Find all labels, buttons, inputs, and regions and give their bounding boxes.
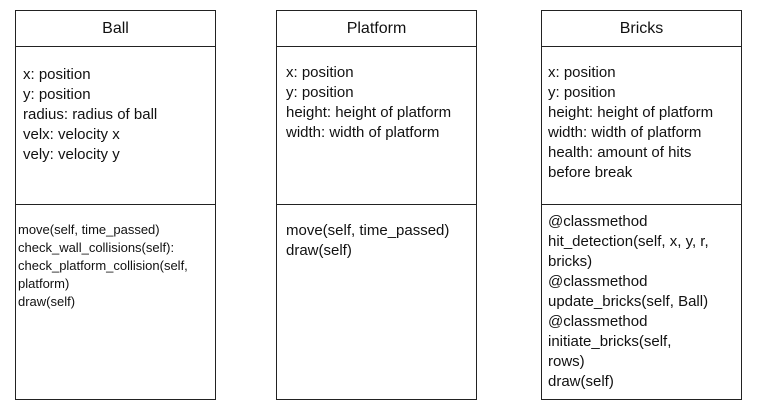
method-bricks-hit-detection: hit_detection(self, x, y, r, [548,233,709,250]
attribute-ball-velx: velx: velocity x [23,126,120,143]
method-ball-check-platform-collision: check_platform_collision(self, [18,258,188,273]
attributes-section-ball: x: position y: position radius: radius o… [16,46,215,205]
attribute-ball-vely: vely: velocity y [23,146,120,163]
attribute-ball-x: x: position [23,66,91,83]
decorator-classmethod: @classmethod [548,313,648,330]
class-box-bricks: Bricks x: position y: position height: h… [541,10,742,400]
attributes-section-bricks: x: position y: position height: height o… [542,46,741,205]
attributes-section-platform: x: position y: position height: height o… [277,46,476,205]
method-platform-draw: draw(self) [286,242,352,259]
method-ball-draw: draw(self) [18,294,76,309]
methods-section-bricks: @classmethod hit_detection(self, x, y, r… [542,205,741,399]
method-ball-move: move(self, time_passed) [18,222,160,237]
decorator-classmethod: @classmethod [548,213,648,230]
attribute-platform-height: height: height of platform [286,104,452,121]
attribute-ball-radius: radius: radius of ball [23,106,158,123]
methods-section-ball: move(self, time_passed) check_wall_colli… [16,205,215,399]
decorator-classmethod: @classmethod [548,273,648,290]
method-bricks-initiate-bricks-cont: rows) [548,353,585,370]
attribute-bricks-health: health: amount of hits [548,144,692,161]
class-box-platform: Platform x: position y: position height:… [276,10,477,400]
method-ball-check-platform-collision-cont: platform) [18,276,70,291]
attribute-ball-y: y: position [23,86,91,103]
attribute-platform-y: y: position [286,84,354,101]
attribute-platform-x: x: position [286,64,354,81]
class-name-ball: Ball [16,11,215,47]
method-bricks-draw: draw(self) [548,373,614,390]
class-name-platform: Platform [277,11,476,47]
method-bricks-update-bricks: update_bricks(self, Ball) [548,293,709,310]
attribute-platform-width: width: width of platform [286,124,440,141]
class-box-ball: Ball x: position y: position radius: rad… [15,10,216,400]
method-bricks-initiate-bricks: initiate_bricks(self, [548,333,672,350]
method-bricks-hit-detection-cont: bricks) [548,253,593,270]
attribute-bricks-height: height: height of platform [548,104,714,121]
attribute-bricks-y: y: position [548,84,616,101]
class-name-bricks: Bricks [542,11,741,47]
method-ball-check-wall-collisions: check_wall_collisions(self): [18,240,175,255]
methods-section-platform: move(self, time_passed) draw(self) [277,205,476,399]
method-platform-move: move(self, time_passed) [286,222,450,239]
attribute-bricks-width: width: width of platform [548,124,702,141]
attribute-bricks-x: x: position [548,64,616,81]
attribute-bricks-health-cont: before break [548,164,633,181]
